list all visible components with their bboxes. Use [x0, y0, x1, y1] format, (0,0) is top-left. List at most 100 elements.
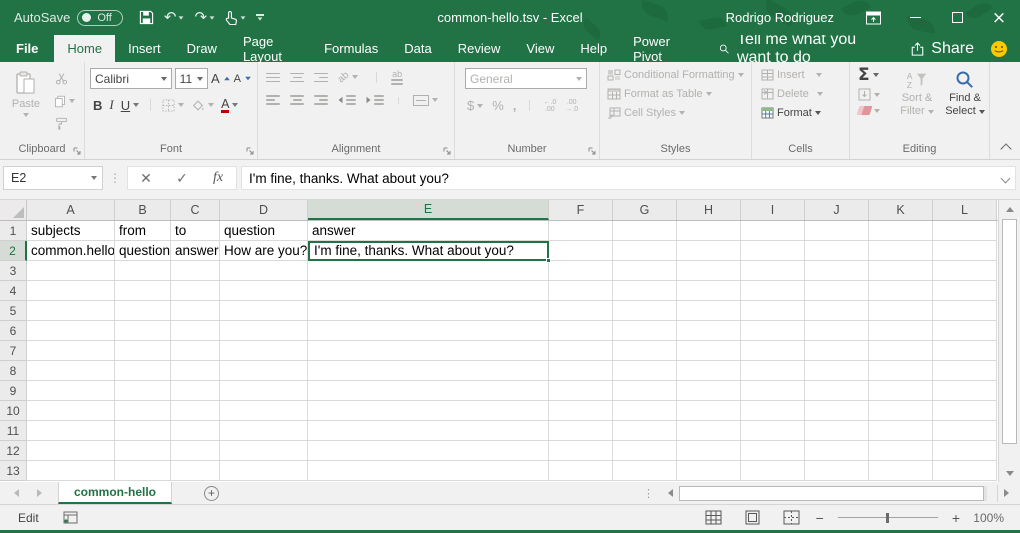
- cell-E12[interactable]: [308, 441, 549, 461]
- sheet-tab-common-hello[interactable]: common-hello: [58, 482, 172, 504]
- cell-I1[interactable]: [741, 221, 805, 241]
- cell-I7[interactable]: [741, 341, 805, 361]
- vertical-scroll-thumb[interactable]: [1002, 219, 1017, 444]
- cell-C3[interactable]: [171, 261, 220, 281]
- cell-D11[interactable]: [220, 421, 308, 441]
- cell-F13[interactable]: [549, 461, 613, 481]
- column-header-c[interactable]: C: [171, 200, 220, 220]
- accounting-format-button[interactable]: $: [467, 98, 483, 113]
- cell-A12[interactable]: [27, 441, 115, 461]
- cell-L13[interactable]: [933, 461, 997, 481]
- touch-mouse-mode-button[interactable]: [225, 10, 246, 26]
- cell-L2[interactable]: [933, 241, 997, 261]
- cell-J11[interactable]: [805, 421, 869, 441]
- bold-button[interactable]: B: [93, 98, 102, 113]
- autosum-button[interactable]: Σ: [858, 67, 880, 83]
- cell-K1[interactable]: [869, 221, 933, 241]
- cell-L8[interactable]: [933, 361, 997, 381]
- format-painter-button[interactable]: [50, 114, 72, 134]
- cell-D5[interactable]: [220, 301, 308, 321]
- cell-F4[interactable]: [549, 281, 613, 301]
- cell-H13[interactable]: [677, 461, 741, 481]
- row-header-11[interactable]: 11: [0, 421, 27, 441]
- cell-C8[interactable]: [171, 361, 220, 381]
- column-header-g[interactable]: G: [613, 200, 677, 220]
- scroll-left-arrow[interactable]: [662, 485, 679, 502]
- macro-record-button[interactable]: [63, 511, 78, 524]
- percent-style-button[interactable]: %: [492, 98, 504, 113]
- cut-button[interactable]: [50, 68, 72, 88]
- cell-B10[interactable]: [115, 401, 171, 421]
- cell-F3[interactable]: [549, 261, 613, 281]
- cell-G8[interactable]: [613, 361, 677, 381]
- cell-H3[interactable]: [677, 261, 741, 281]
- increase-indent-button[interactable]: [366, 95, 384, 105]
- cell-F10[interactable]: [549, 401, 613, 421]
- cell-K6[interactable]: [869, 321, 933, 341]
- cell-A11[interactable]: [27, 421, 115, 441]
- cell-A3[interactable]: [27, 261, 115, 281]
- font-color-button[interactable]: A: [221, 98, 238, 113]
- cell-L5[interactable]: [933, 301, 997, 321]
- cancel-button[interactable]: ✕: [128, 170, 164, 187]
- row-header-5[interactable]: 5: [0, 301, 27, 321]
- save-button[interactable]: [139, 10, 154, 25]
- close-button[interactable]: ×: [978, 0, 1020, 35]
- cell-J1[interactable]: [805, 221, 869, 241]
- cell-J10[interactable]: [805, 401, 869, 421]
- tab-home[interactable]: Home: [54, 35, 115, 62]
- cell-D9[interactable]: [220, 381, 308, 401]
- align-right-button[interactable]: [314, 95, 328, 105]
- decrease-font-size-button[interactable]: A: [234, 73, 252, 85]
- maximize-button[interactable]: [936, 0, 978, 35]
- cell-D1[interactable]: question: [220, 221, 308, 241]
- column-header-a[interactable]: A: [27, 200, 115, 220]
- cell-G2[interactable]: [613, 241, 677, 261]
- cell-G1[interactable]: [613, 221, 677, 241]
- cell-E13[interactable]: [308, 461, 549, 481]
- cell-F8[interactable]: [549, 361, 613, 381]
- cell-J12[interactable]: [805, 441, 869, 461]
- row-header-12[interactable]: 12: [0, 441, 27, 461]
- align-bottom-icon[interactable]: [314, 73, 328, 83]
- align-middle-icon[interactable]: [290, 73, 304, 83]
- cell-D2[interactable]: How are you?: [220, 241, 308, 261]
- cell-F12[interactable]: [549, 441, 613, 461]
- cell-E11[interactable]: [308, 421, 549, 441]
- column-header-f[interactable]: F: [549, 200, 613, 220]
- cell-K3[interactable]: [869, 261, 933, 281]
- number-format-select[interactable]: General: [465, 68, 587, 89]
- cell-A4[interactable]: [27, 281, 115, 301]
- cell-H5[interactable]: [677, 301, 741, 321]
- cell-H4[interactable]: [677, 281, 741, 301]
- redo-button[interactable]: ↷: [194, 10, 215, 25]
- cell-K4[interactable]: [869, 281, 933, 301]
- cell-D10[interactable]: [220, 401, 308, 421]
- column-header-k[interactable]: K: [869, 200, 933, 220]
- column-header-h[interactable]: H: [677, 200, 741, 220]
- column-header-b[interactable]: B: [115, 200, 171, 220]
- cell-A7[interactable]: [27, 341, 115, 361]
- previous-sheet-arrow[interactable]: [14, 489, 19, 497]
- cell-G13[interactable]: [613, 461, 677, 481]
- cell-I13[interactable]: [741, 461, 805, 481]
- cell-H7[interactable]: [677, 341, 741, 361]
- cell-K12[interactable]: [869, 441, 933, 461]
- normal-view-button[interactable]: [699, 510, 728, 525]
- zoom-slider[interactable]: [838, 517, 938, 519]
- tell-me-search[interactable]: Tell me what you want to do: [705, 35, 899, 62]
- cell-B13[interactable]: [115, 461, 171, 481]
- decrease-decimal-button[interactable]: .00 →.0: [565, 99, 578, 113]
- cell-styles-button[interactable]: Cell Styles: [607, 107, 751, 119]
- row-header-7[interactable]: 7: [0, 341, 27, 361]
- cell-C11[interactable]: [171, 421, 220, 441]
- cell-G12[interactable]: [613, 441, 677, 461]
- share-button[interactable]: Share: [898, 35, 986, 62]
- cell-E8[interactable]: [308, 361, 549, 381]
- fill-button[interactable]: [858, 88, 880, 101]
- cell-A5[interactable]: [27, 301, 115, 321]
- cell-E1[interactable]: answer: [308, 221, 549, 241]
- cell-G3[interactable]: [613, 261, 677, 281]
- cell-B12[interactable]: [115, 441, 171, 461]
- next-sheet-arrow[interactable]: [37, 489, 42, 497]
